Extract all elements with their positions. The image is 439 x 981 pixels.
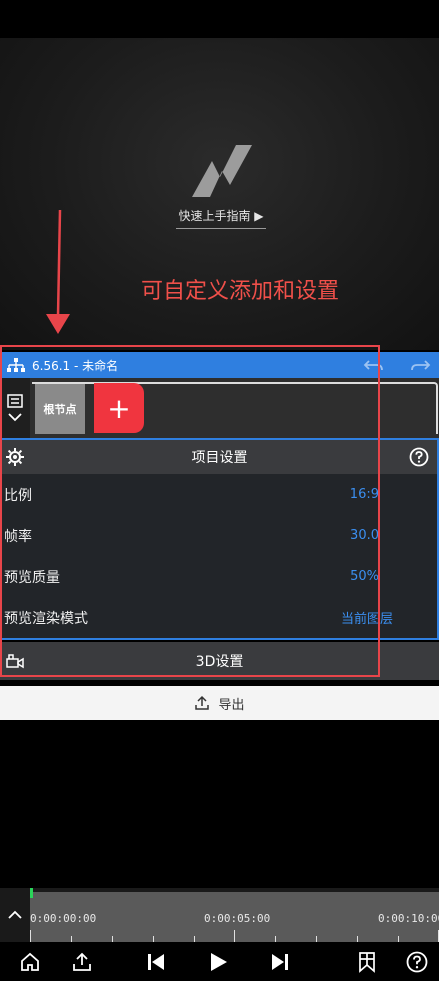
setting-label: 预览渲染模式 bbox=[4, 610, 88, 627]
add-node-button[interactable]: + bbox=[94, 383, 144, 433]
skip-start-button[interactable] bbox=[144, 950, 168, 974]
timecode-label: 0:00:10:00 bbox=[378, 912, 439, 925]
camera-icon bbox=[6, 654, 24, 669]
timecode-label: 0:00:05:00 bbox=[204, 912, 271, 925]
skip-start-icon bbox=[148, 954, 164, 970]
bottom-toolbar bbox=[0, 942, 439, 981]
preview-canvas[interactable]: 快速上手指南 ▶ 可自定义添加和设置 bbox=[0, 38, 439, 350]
share-button[interactable] bbox=[70, 950, 94, 974]
playhead[interactable] bbox=[30, 888, 33, 898]
setting-label: 预览质量 bbox=[4, 569, 60, 586]
share-icon bbox=[73, 952, 91, 971]
setting-value[interactable]: 16:9 bbox=[350, 487, 379, 502]
timecode-label: 0:00:00:00 bbox=[30, 912, 97, 925]
project-settings-panel: 项目设置 比例 16:9 帧率 30.0 预览质量 50% 预览渲染模式 当前图… bbox=[0, 438, 439, 640]
play-button[interactable] bbox=[206, 950, 230, 974]
project-title: 6.56.1 - 未命名 bbox=[32, 358, 119, 373]
home-icon bbox=[21, 952, 39, 971]
project-titlebar: 6.56.1 - 未命名 bbox=[0, 352, 439, 378]
help-icon[interactable] bbox=[409, 447, 429, 467]
home-button[interactable] bbox=[18, 950, 42, 974]
settings-title: 项目设置 bbox=[191, 450, 248, 466]
setting-row-render-mode[interactable]: 预览渲染模式 当前图层 bbox=[2, 597, 437, 638]
play-icon bbox=[211, 953, 227, 971]
node-tree-icon bbox=[7, 358, 25, 372]
setting-label: 帧率 bbox=[4, 528, 32, 545]
settings-header: 项目设置 bbox=[2, 440, 437, 474]
setting-row-framerate[interactable]: 帧率 30.0 bbox=[2, 515, 437, 556]
setting-row-preview-quality[interactable]: 预览质量 50% bbox=[2, 556, 437, 597]
node-strip bbox=[32, 382, 438, 434]
quick-start-guide-link[interactable]: 快速上手指南 ▶ bbox=[176, 207, 266, 229]
setting-value[interactable]: 50% bbox=[350, 569, 379, 584]
chevron-down-icon bbox=[8, 413, 22, 422]
export-label: 导出 bbox=[218, 697, 245, 713]
upload-icon bbox=[195, 695, 210, 710]
timeline-collapse-button[interactable] bbox=[0, 888, 30, 942]
bookmark-button[interactable] bbox=[355, 950, 379, 974]
skip-end-icon bbox=[272, 954, 288, 970]
root-node[interactable]: 根节点 bbox=[35, 384, 85, 434]
redo-icon[interactable] bbox=[409, 357, 431, 373]
export-button[interactable]: 导出 bbox=[0, 686, 439, 720]
skip-end-button[interactable] bbox=[268, 950, 292, 974]
setting-row-ratio[interactable]: 比例 16:9 bbox=[2, 474, 437, 515]
gear-icon bbox=[6, 448, 24, 466]
app-logo-icon bbox=[192, 145, 252, 197]
annotation-arrow-icon bbox=[46, 210, 70, 334]
list-icon bbox=[7, 394, 23, 408]
bookmark-icon bbox=[359, 952, 375, 973]
3d-settings-label: 3D设置 bbox=[195, 654, 244, 670]
setting-label: 比例 bbox=[4, 487, 32, 504]
setting-value[interactable]: 30.0 bbox=[350, 528, 379, 543]
undo-icon[interactable] bbox=[363, 357, 385, 373]
status-bar bbox=[0, 0, 439, 38]
3d-settings-button[interactable]: 3D设置 bbox=[0, 642, 439, 680]
timeline[interactable]: 0:00:00:00 0:00:05:00 0:00:10:00 bbox=[0, 888, 439, 942]
help-icon bbox=[406, 951, 428, 973]
chevron-up-icon bbox=[8, 910, 22, 919]
help-button[interactable] bbox=[405, 950, 429, 974]
setting-value[interactable]: 当前图层 bbox=[341, 608, 393, 627]
timeline-ruler[interactable]: 0:00:00:00 0:00:05:00 0:00:10:00 bbox=[30, 892, 439, 942]
ruler-tick bbox=[30, 930, 31, 942]
ruler-tick bbox=[234, 930, 235, 942]
node-list-toggle[interactable] bbox=[0, 378, 30, 438]
